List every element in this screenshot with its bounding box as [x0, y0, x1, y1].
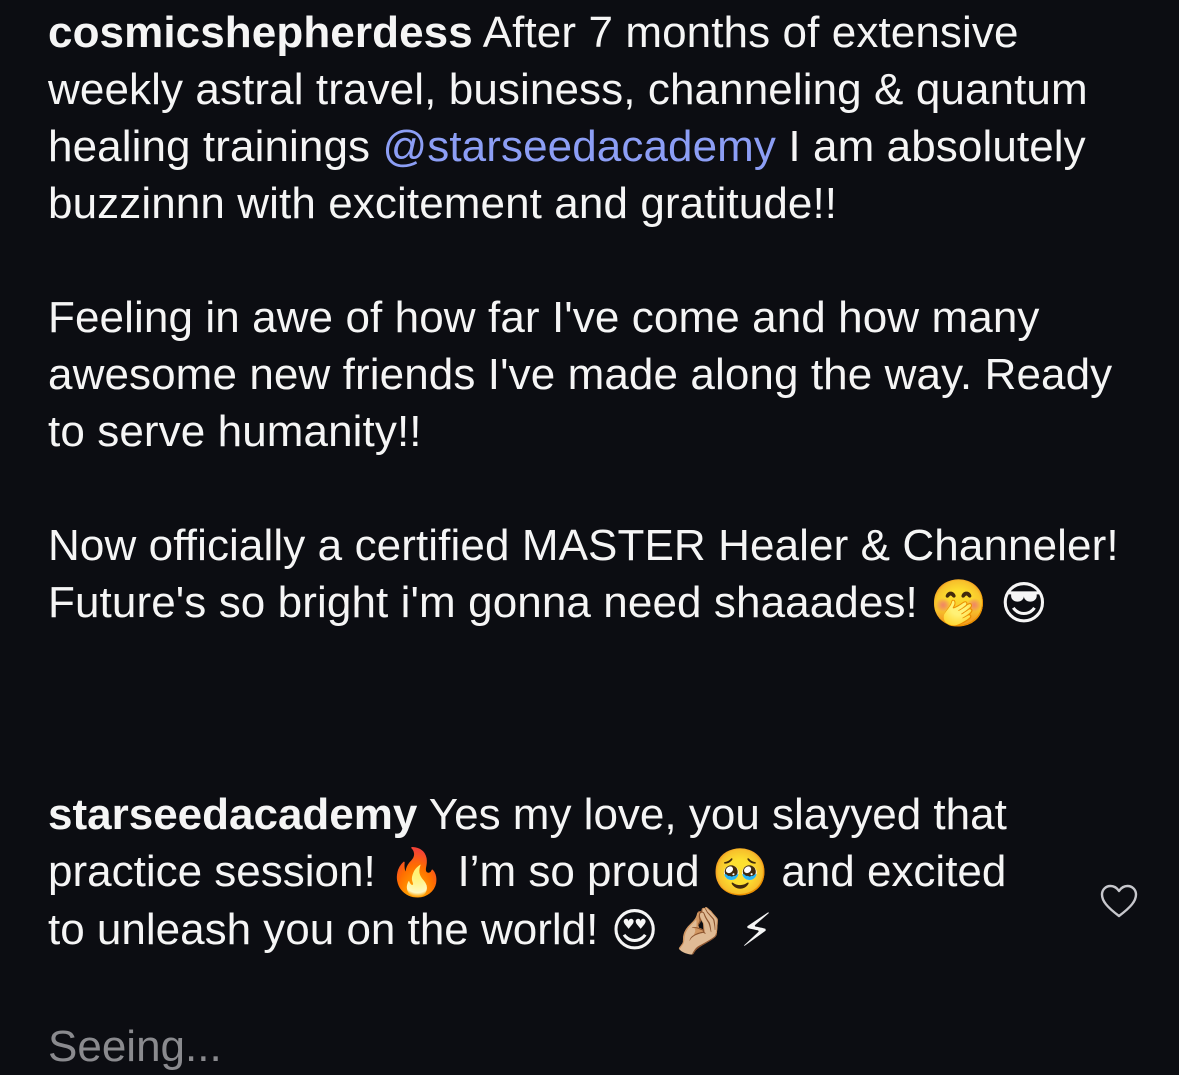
lightning-emoji: ⚡ — [740, 904, 773, 956]
comment-reply: starseedacademy Yes my love, you slayyed… — [48, 786, 1048, 959]
fire-emoji: 🔥 — [387, 846, 446, 898]
reply-text: starseedacademy Yes my love, you slayyed… — [48, 786, 1048, 959]
sunglasses-emoji: 😎 — [999, 577, 1048, 629]
reply-author-username[interactable]: starseedacademy — [48, 790, 417, 839]
caption-paragraph-2: Feeling in awe of how far I've come and … — [48, 293, 1113, 456]
caption-paragraph-1: cosmicshepherdess After 7 months of exte… — [48, 4, 1128, 232]
next-comment-partial: Seeing... — [48, 1022, 222, 1071]
post-caption-block: cosmicshepherdess After 7 months of exte… — [48, 4, 1128, 632]
heart-eyes-emoji: 😍 — [610, 904, 659, 956]
post-caption: cosmicshepherdess After 7 months of exte… — [48, 4, 1128, 632]
hand-over-mouth-emoji: 🤭 — [930, 577, 988, 629]
pinched-fingers-emoji: 🤌🏼 — [670, 904, 729, 956]
post-author-username[interactable]: cosmicshepherdess — [48, 8, 473, 57]
heart-icon[interactable] — [1099, 882, 1139, 922]
caption-paragraph-3: Now officially a certified MASTER Healer… — [48, 517, 1128, 632]
reply-text-2: I’m so proud — [457, 847, 700, 896]
pleading-face-emoji: 🥹 — [711, 846, 770, 898]
mention-link[interactable]: @starseedacademy — [382, 122, 776, 171]
